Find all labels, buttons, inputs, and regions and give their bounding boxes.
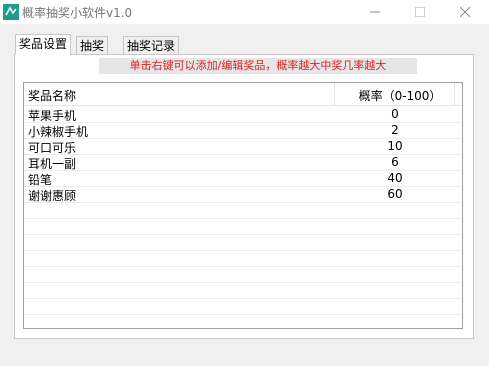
prize-probability: 10 xyxy=(387,139,403,153)
table-row[interactable]: 小辣椒手机 2 xyxy=(24,122,462,139)
column-divider[interactable] xyxy=(454,83,455,105)
empty-row xyxy=(24,314,462,328)
column-header-probability[interactable]: 概率（0-100） xyxy=(347,87,453,104)
prize-probability: 0 xyxy=(391,107,399,121)
app-icon xyxy=(3,4,19,20)
title-bar: 概率抽奖小软件v1.0 xyxy=(0,0,489,24)
table-row[interactable]: 耳机一副 6 xyxy=(24,154,462,171)
prize-probability: 60 xyxy=(387,187,403,201)
table-row[interactable]: 苹果手机 0 xyxy=(24,106,462,123)
column-header-prize-name[interactable]: 奖品名称 xyxy=(28,87,76,104)
maximize-icon xyxy=(414,7,425,17)
empty-row xyxy=(24,282,462,299)
window-title: 概率抽奖小软件v1.0 xyxy=(22,6,133,20)
prize-settings-panel: 单击右键可以添加/编辑奖品，概率越大中奖几率越大 奖品名称 概率（0-100） … xyxy=(14,54,474,339)
prize-probability: 2 xyxy=(391,123,399,137)
table-row[interactable]: 铅笔 40 xyxy=(24,170,462,187)
empty-row xyxy=(24,298,462,315)
tab-prize-settings[interactable]: 奖品设置 xyxy=(15,34,72,55)
list-header: 奖品名称 概率（0-100） xyxy=(24,83,462,106)
hint-text: 单击右键可以添加/编辑奖品，概率越大中奖几率越大 xyxy=(99,58,417,74)
prize-list[interactable]: 奖品名称 概率（0-100） 苹果手机 0 小辣椒手机 2 可口可乐 10 耳机… xyxy=(23,82,463,329)
table-row[interactable]: 可口可乐 10 xyxy=(24,138,462,155)
empty-row xyxy=(24,234,462,251)
empty-row xyxy=(24,250,462,267)
minimize-icon xyxy=(369,11,380,13)
column-divider[interactable] xyxy=(334,83,335,105)
empty-row xyxy=(24,218,462,235)
prize-probability: 6 xyxy=(391,155,399,169)
tab-draw-records[interactable]: 抽奖记录 xyxy=(123,36,180,56)
close-icon xyxy=(459,7,470,17)
maximize-button[interactable] xyxy=(397,0,442,24)
table-row[interactable]: 谢谢惠顾 60 xyxy=(24,186,462,203)
tab-draw[interactable]: 抽奖 xyxy=(76,36,109,56)
minimize-button[interactable] xyxy=(352,0,397,24)
close-button[interactable] xyxy=(442,0,487,24)
empty-row xyxy=(24,202,462,219)
prize-probability: 40 xyxy=(387,171,403,185)
empty-row xyxy=(24,266,462,283)
